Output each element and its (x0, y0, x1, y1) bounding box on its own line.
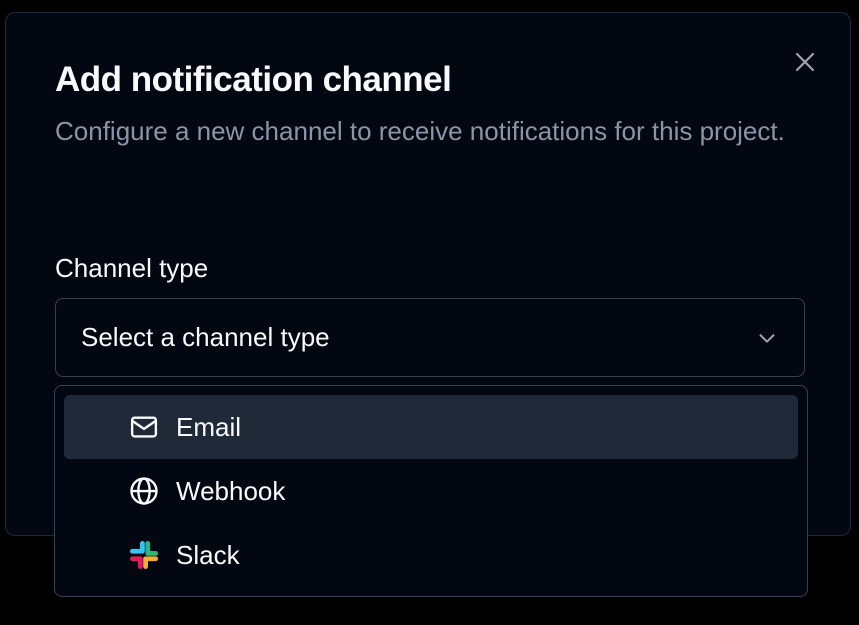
chevron-down-icon (759, 333, 775, 343)
channel-type-placeholder: Select a channel type (81, 322, 330, 352)
close-icon (795, 52, 815, 72)
option-label: Email (176, 411, 242, 442)
option-slack[interactable]: Slack (64, 523, 798, 587)
dialog-description: Configure a new channel to receive notif… (55, 116, 785, 146)
slack-icon (128, 539, 160, 571)
option-label: Webhook (176, 475, 286, 506)
channel-type-select[interactable]: Select a channel type (55, 298, 805, 377)
close-button[interactable] (791, 48, 819, 76)
option-webhook[interactable]: Webhook (64, 459, 798, 523)
channel-type-label: Channel type (55, 253, 209, 283)
option-label: Slack (176, 539, 240, 570)
channel-type-dropdown: Email Webhook Slack (54, 385, 808, 597)
globe-icon (128, 475, 160, 507)
option-email[interactable]: Email (64, 395, 798, 459)
mail-icon (128, 411, 160, 443)
dialog-title: Add notification channel (55, 60, 452, 99)
